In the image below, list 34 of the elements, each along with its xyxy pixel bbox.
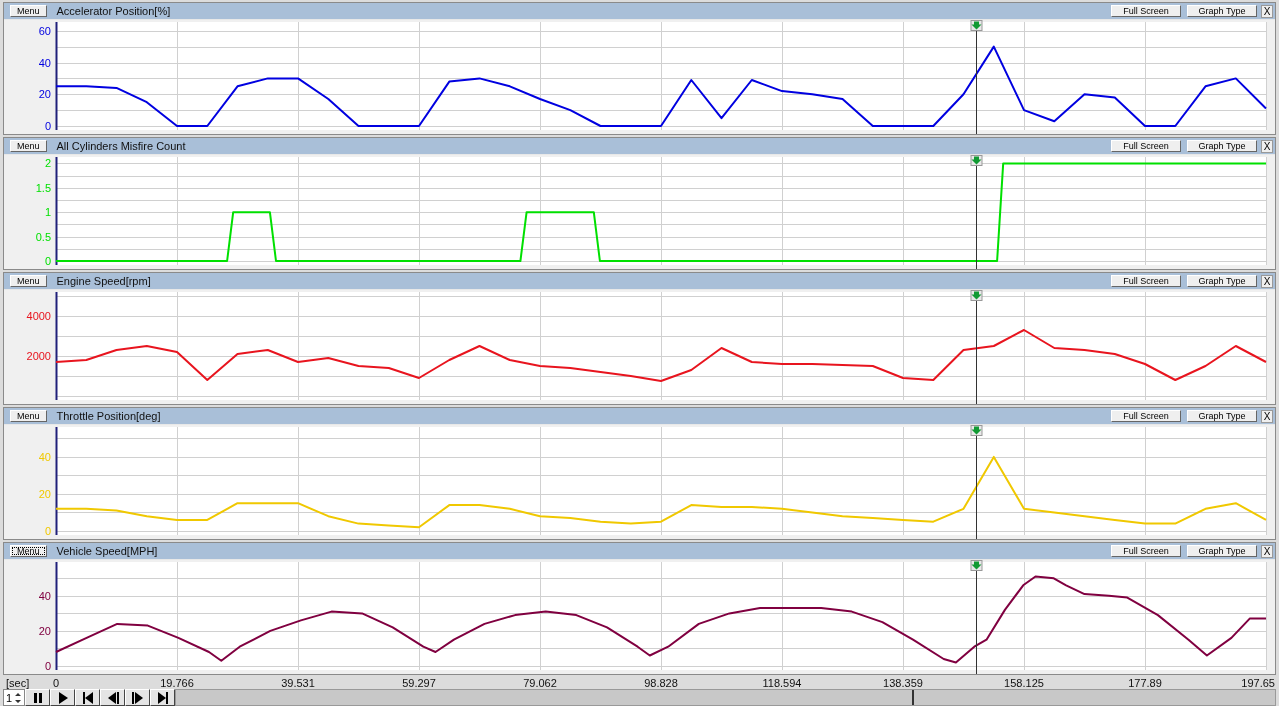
y-tick-label: 4000 — [26, 310, 51, 322]
x-tick-label: 118.594 — [762, 677, 802, 689]
x-tick-label: 79.062 — [523, 677, 557, 689]
x-tick-label: 0 — [52, 677, 60, 689]
y-tick-label: 1 — [44, 206, 51, 219]
x-tick-label: 158.125 — [1004, 677, 1044, 689]
x-tick-label: 19.766 — [160, 677, 194, 689]
panel-title: Vehicle Speed[MPH] — [56, 545, 158, 557]
x-tick-label: 98.828 — [644, 677, 678, 689]
x-tick-label: 59.297 — [402, 677, 436, 689]
panel-title: Throttle Position[deg] — [56, 410, 161, 422]
x-tick-label: 177.89 — [1128, 677, 1162, 689]
axis-unit-label: [sec] — [6, 677, 30, 689]
y-tick-label: 1.5 — [35, 181, 51, 194]
y-tick-label: 0.5 — [35, 230, 51, 243]
y-tick-label: 0 — [44, 660, 51, 672]
y-tick-label: 20 — [38, 88, 51, 101]
y-tick-label: 20 — [38, 487, 51, 500]
y-tick-label: 40 — [38, 56, 51, 69]
y-tick-label: 2000 — [26, 350, 51, 362]
y-tick-label: 2 — [44, 157, 51, 170]
y-tick-label: 40 — [38, 589, 51, 602]
x-tick-label: 197.65 — [1241, 677, 1275, 689]
panel-title: All Cylinders Misfire Count — [56, 140, 186, 152]
y-tick-label: 0 — [44, 120, 51, 132]
panel-title: Accelerator Position[%] — [56, 5, 171, 17]
y-tick-label: 40 — [38, 450, 51, 463]
y-tick-label: 60 — [38, 24, 51, 37]
y-tick-label: 0 — [44, 255, 51, 267]
x-tick-label: 138.359 — [883, 677, 923, 689]
x-tick-label: 39.531 — [281, 677, 315, 689]
panel-title: Engine Speed[rpm] — [56, 275, 151, 287]
y-tick-label: 0 — [44, 525, 51, 537]
y-tick-label: 20 — [38, 624, 51, 637]
